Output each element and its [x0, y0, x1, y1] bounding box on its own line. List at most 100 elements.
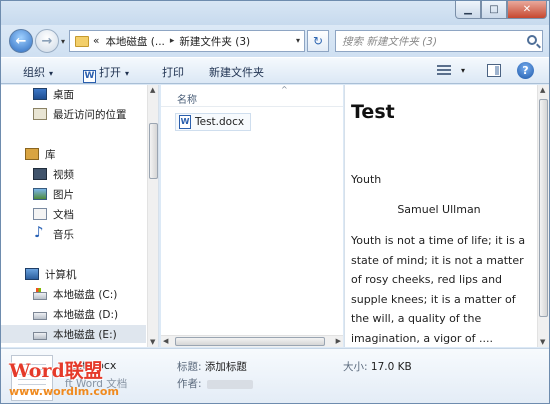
nav-item-drive-c[interactable]: 本地磁盘 (C:)	[1, 285, 146, 303]
preview-pane-toggle-icon[interactable]	[487, 64, 501, 77]
open-button[interactable]: W 打开 ▾	[83, 64, 129, 83]
nav-item-pictures[interactable]: 图片	[1, 185, 146, 203]
nav-item-label: 图片	[53, 188, 74, 201]
nav-item-label: 本地磁盘 (D:)	[53, 308, 119, 321]
column-name-label[interactable]: 名称	[177, 91, 197, 106]
command-bar: 组织 ▾ W 打开 ▾ 打印 新建文件夹 ▾ ?	[1, 57, 549, 84]
view-options-icon[interactable]	[437, 65, 451, 77]
preview-pane: Test Youth Samuel Ullman Youth is not a …	[344, 85, 549, 347]
nav-item-label: 本地磁盘 (C:)	[53, 288, 118, 301]
nav-item-recent-places[interactable]: 最近访问的位置	[1, 105, 146, 123]
author-value-redacted[interactable]	[206, 379, 253, 389]
scroll-left-arrow-icon[interactable]: ◀	[163, 337, 168, 345]
navigation-pane: 桌面 最近访问的位置 库 视频 图片 文档 音乐 计算机	[1, 85, 159, 347]
scrollbar-thumb[interactable]	[175, 337, 325, 346]
search-input[interactable]: 搜索 新建文件夹 (3)	[335, 30, 543, 52]
scrollbar-thumb[interactable]	[539, 99, 548, 317]
column-header[interactable]: ^ 名称	[161, 85, 343, 107]
word-icon: W	[83, 70, 96, 83]
library-icon	[25, 148, 39, 160]
breadcrumb-drive[interactable]: 本地磁盘 (...	[105, 34, 164, 49]
open-label: 打开	[99, 66, 121, 79]
view-dropdown[interactable]: ▾	[461, 66, 465, 75]
preview-heading: Youth	[351, 173, 382, 186]
recent-pages-dropdown[interactable]: ▾	[61, 37, 65, 46]
address-bar[interactable]: « 本地磁盘 (... ▸ 新建文件夹 (3) ▾	[69, 30, 305, 52]
horizontal-scrollbar[interactable]: ◀ ▶	[161, 335, 343, 347]
chevron-down-icon: ▾	[49, 69, 54, 78]
organize-label: 组织	[23, 66, 45, 79]
nav-item-documents[interactable]: 文档	[1, 205, 146, 223]
preview-body: Youth is not a time of life; it is a sta…	[351, 234, 526, 345]
scroll-right-arrow-icon[interactable]: ▶	[336, 337, 341, 345]
scroll-up-arrow-icon[interactable]: ▲	[150, 86, 155, 94]
back-button[interactable]: ←	[9, 29, 33, 53]
breadcrumb-overflow[interactable]: «	[93, 35, 99, 47]
file-name: Test.docx	[195, 116, 245, 128]
title-value[interactable]: 添加标题	[205, 361, 247, 373]
breadcrumb-separator[interactable]: ▸	[170, 36, 175, 46]
forward-button[interactable]: →	[35, 29, 59, 53]
sort-ascending-icon: ^	[281, 85, 288, 94]
drive-icon	[33, 331, 47, 340]
print-button[interactable]: 打印	[162, 64, 184, 80]
preview-scrollbar[interactable]: ▲ ▼	[537, 85, 549, 347]
refresh-button[interactable]: ↻	[307, 30, 329, 52]
nav-item-label: 文档	[53, 208, 74, 221]
nav-item-music[interactable]: 音乐	[1, 223, 146, 243]
chevron-down-icon: ▾	[125, 69, 130, 78]
nav-item-label: 库	[45, 148, 56, 161]
file-item[interactable]: W Test.docx	[175, 113, 251, 131]
nav-item-label: 计算机	[45, 268, 77, 281]
nav-item-label: 最近访问的位置	[53, 108, 127, 121]
nav-item-drive-e[interactable]: 本地磁盘 (E:)	[1, 325, 146, 343]
watermark-logo: Word联盟 www.wordlm.com	[9, 361, 119, 399]
file-list: ^ 名称 W Test.docx ◀ ▶	[161, 85, 343, 347]
address-dropdown[interactable]: ▾	[296, 36, 300, 45]
desktop-icon	[33, 88, 47, 100]
details-author-field[interactable]: 作者:	[177, 376, 253, 391]
video-icon	[33, 168, 47, 180]
address-row: ← → ▾ « 本地磁盘 (... ▸ 新建文件夹 (3) ▾ ↻ 搜索 新建文…	[1, 25, 549, 57]
recent-places-icon	[33, 108, 47, 120]
title-label: 标题:	[177, 361, 202, 373]
nav-item-desktop[interactable]: 桌面	[1, 85, 146, 103]
search-icon[interactable]	[527, 35, 537, 45]
minimize-button[interactable]: ▁	[455, 1, 481, 19]
close-button[interactable]: ✕	[507, 1, 547, 19]
preview-author: Samuel Ullman	[397, 203, 481, 216]
folder-icon	[75, 35, 89, 47]
nav-item-label: 音乐	[53, 228, 74, 241]
explorer-window: ▁ □ ✕ ← → ▾ « 本地磁盘 (... ▸ 新建文件夹 (3) ▾ ↻ …	[0, 0, 550, 404]
system-drive-icon	[33, 287, 47, 300]
author-label: 作者:	[177, 378, 202, 390]
watermark-brand: Word联盟	[9, 360, 103, 382]
nav-item-libraries[interactable]: 库	[1, 145, 146, 163]
nav-scrollbar[interactable]: ▲ ▼	[147, 85, 158, 347]
computer-icon	[25, 268, 39, 280]
pictures-icon	[33, 188, 47, 200]
scroll-down-arrow-icon[interactable]: ▼	[150, 338, 155, 346]
scroll-down-arrow-icon[interactable]: ▼	[540, 338, 545, 346]
search-placeholder: 搜索 新建文件夹 (3)	[342, 35, 438, 48]
preview-title: Test	[351, 101, 395, 123]
details-size-field: 大小: 17.0 KB	[343, 359, 412, 374]
maximize-button[interactable]: □	[481, 1, 507, 19]
details-title-field[interactable]: 标题: 添加标题	[177, 359, 247, 374]
help-icon[interactable]: ?	[517, 62, 534, 79]
nav-item-computer[interactable]: 计算机	[1, 265, 146, 283]
nav-item-drive-d[interactable]: 本地磁盘 (D:)	[1, 305, 146, 323]
word-document-icon: W	[179, 115, 191, 129]
nav-item-label: 本地磁盘 (E:)	[53, 328, 117, 341]
music-icon	[33, 223, 47, 241]
nav-item-label: 视频	[53, 168, 74, 181]
drive-icon	[33, 311, 47, 320]
watermark-url: www.wordlm.com	[9, 385, 119, 398]
scroll-up-arrow-icon[interactable]: ▲	[540, 86, 545, 94]
new-folder-button[interactable]: 新建文件夹	[209, 64, 264, 80]
size-label: 大小:	[343, 361, 368, 373]
nav-item-videos[interactable]: 视频	[1, 165, 146, 183]
scrollbar-thumb[interactable]	[149, 123, 158, 179]
breadcrumb-folder[interactable]: 新建文件夹 (3)	[179, 34, 250, 49]
organize-button[interactable]: 组织 ▾	[23, 64, 53, 80]
